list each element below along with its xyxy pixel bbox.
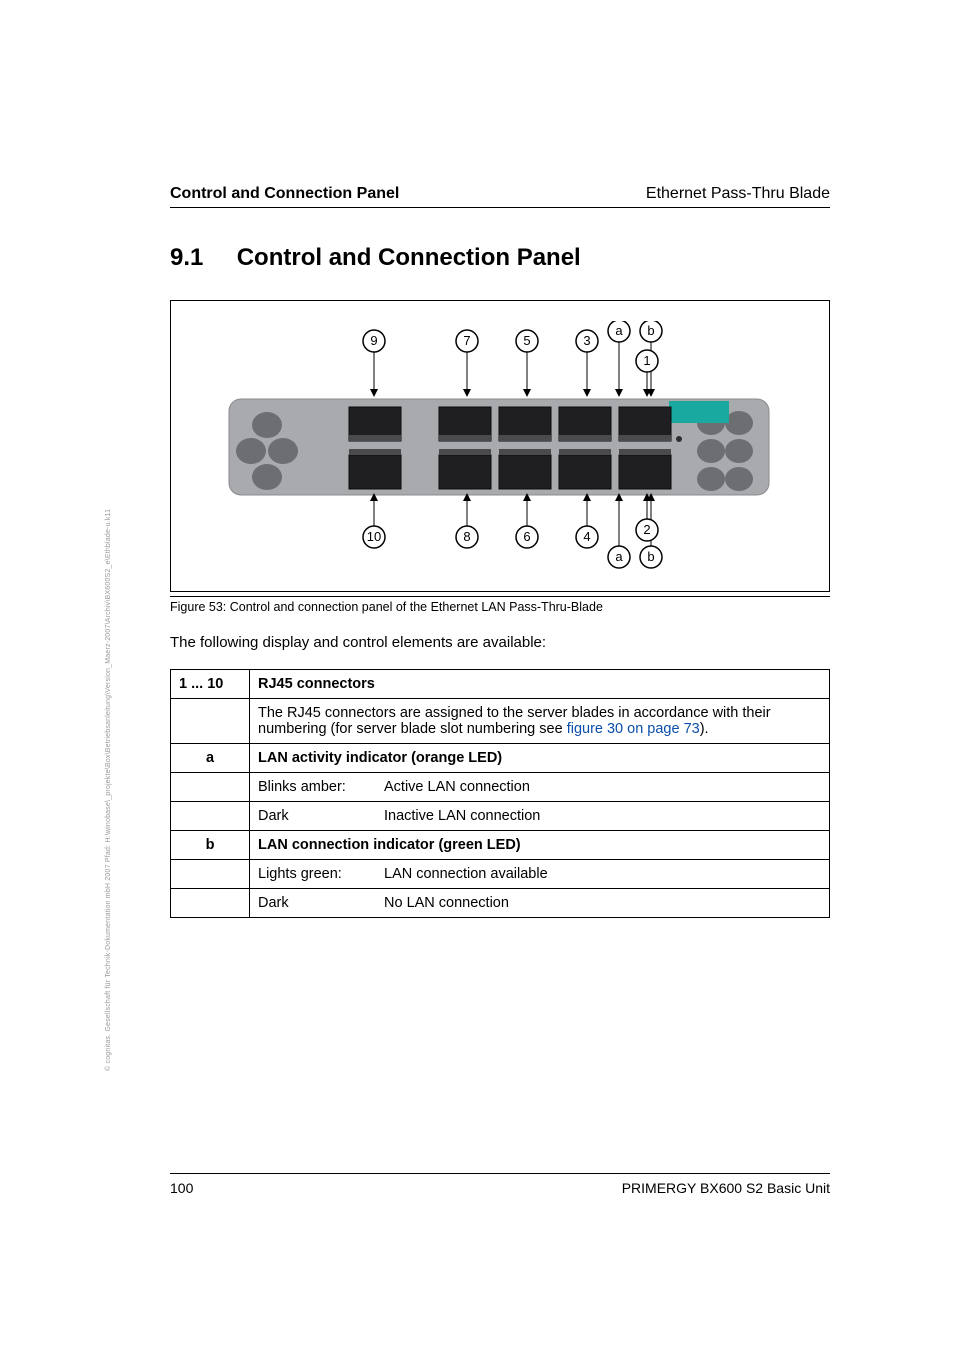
header-left: Control and Connection Panel xyxy=(170,185,399,203)
section-number: 9.1 xyxy=(170,244,203,271)
indicator-table: 1 ... 10 RJ45 connectors The RJ45 connec… xyxy=(170,669,830,918)
figure-box: 9 7 5 3 a b 1 xyxy=(170,300,830,592)
doc-title-footer: PRIMERGY BX600 S2 Basic Unit xyxy=(622,1180,830,1196)
header-right: Ethernet Pass-Thru Blade xyxy=(646,185,830,203)
side-margin-note: © cognitas. Gesellschaft für Technik-Dok… xyxy=(105,509,112,1071)
cell-key-1-10: 1 ... 10 xyxy=(171,670,250,699)
cell-b-state1-l: Lights green: xyxy=(250,860,377,889)
link-figure-30[interactable]: figure 30 on page 73 xyxy=(567,721,700,737)
cell-head-rj45: RJ45 connectors xyxy=(250,670,830,699)
cell-b-state2-r: No LAN connection xyxy=(376,889,830,918)
cell-a-state1-l: Blinks amber: xyxy=(250,773,377,802)
page-footer: 100 PRIMERGY BX600 S2 Basic Unit xyxy=(170,1173,830,1196)
intro-paragraph: The following display and control elemen… xyxy=(170,634,830,651)
main-content: Control and Connection Panel Ethernet Pa… xyxy=(170,185,830,918)
cell-head-a: LAN activity indicator (orange LED) xyxy=(250,744,830,773)
cell-head-b: LAN connection indicator (green LED) xyxy=(250,831,830,860)
svg-text:2: 2 xyxy=(643,522,650,537)
svg-text:7: 7 xyxy=(463,333,470,348)
cell-empty-1 xyxy=(171,699,250,744)
svg-text:10: 10 xyxy=(367,529,381,544)
section-title-text: Control and Connection Panel xyxy=(237,244,581,271)
svg-text:8: 8 xyxy=(463,529,470,544)
cell-a-state2-l: Dark xyxy=(250,802,377,831)
svg-text:3: 3 xyxy=(583,333,590,348)
svg-text:a: a xyxy=(615,323,623,338)
svg-text:4: 4 xyxy=(583,529,590,544)
panel-diagram: 9 7 5 3 a b 1 xyxy=(199,321,799,571)
cell-a-state1-r: Active LAN connection xyxy=(376,773,830,802)
svg-text:b: b xyxy=(647,323,654,338)
cell-empty-4 xyxy=(171,860,250,889)
section-heading: 9.1 Control and Connection Panel xyxy=(170,244,830,272)
cell-a-state2-r: Inactive LAN connection xyxy=(376,802,830,831)
running-header: Control and Connection Panel Ethernet Pa… xyxy=(170,185,830,208)
cell-body-rj45: The RJ45 connectors are assigned to the … xyxy=(250,699,830,744)
cell-empty-3 xyxy=(171,802,250,831)
cell-b-state2-l: Dark xyxy=(250,889,377,918)
cell-b-state1-r: LAN connection available xyxy=(376,860,830,889)
svg-text:5: 5 xyxy=(523,333,530,348)
cell-key-b: b xyxy=(171,831,250,860)
cell-empty-2 xyxy=(171,773,250,802)
svg-text:b: b xyxy=(647,549,654,564)
svg-text:1: 1 xyxy=(643,353,650,368)
figure-caption: Figure 53: Control and connection panel … xyxy=(170,596,830,614)
cell-key-a: a xyxy=(171,744,250,773)
page-number: 100 xyxy=(170,1180,193,1196)
svg-text:6: 6 xyxy=(523,529,530,544)
svg-text:9: 9 xyxy=(370,333,377,348)
cell-empty-5 xyxy=(171,889,250,918)
svg-text:a: a xyxy=(615,549,623,564)
